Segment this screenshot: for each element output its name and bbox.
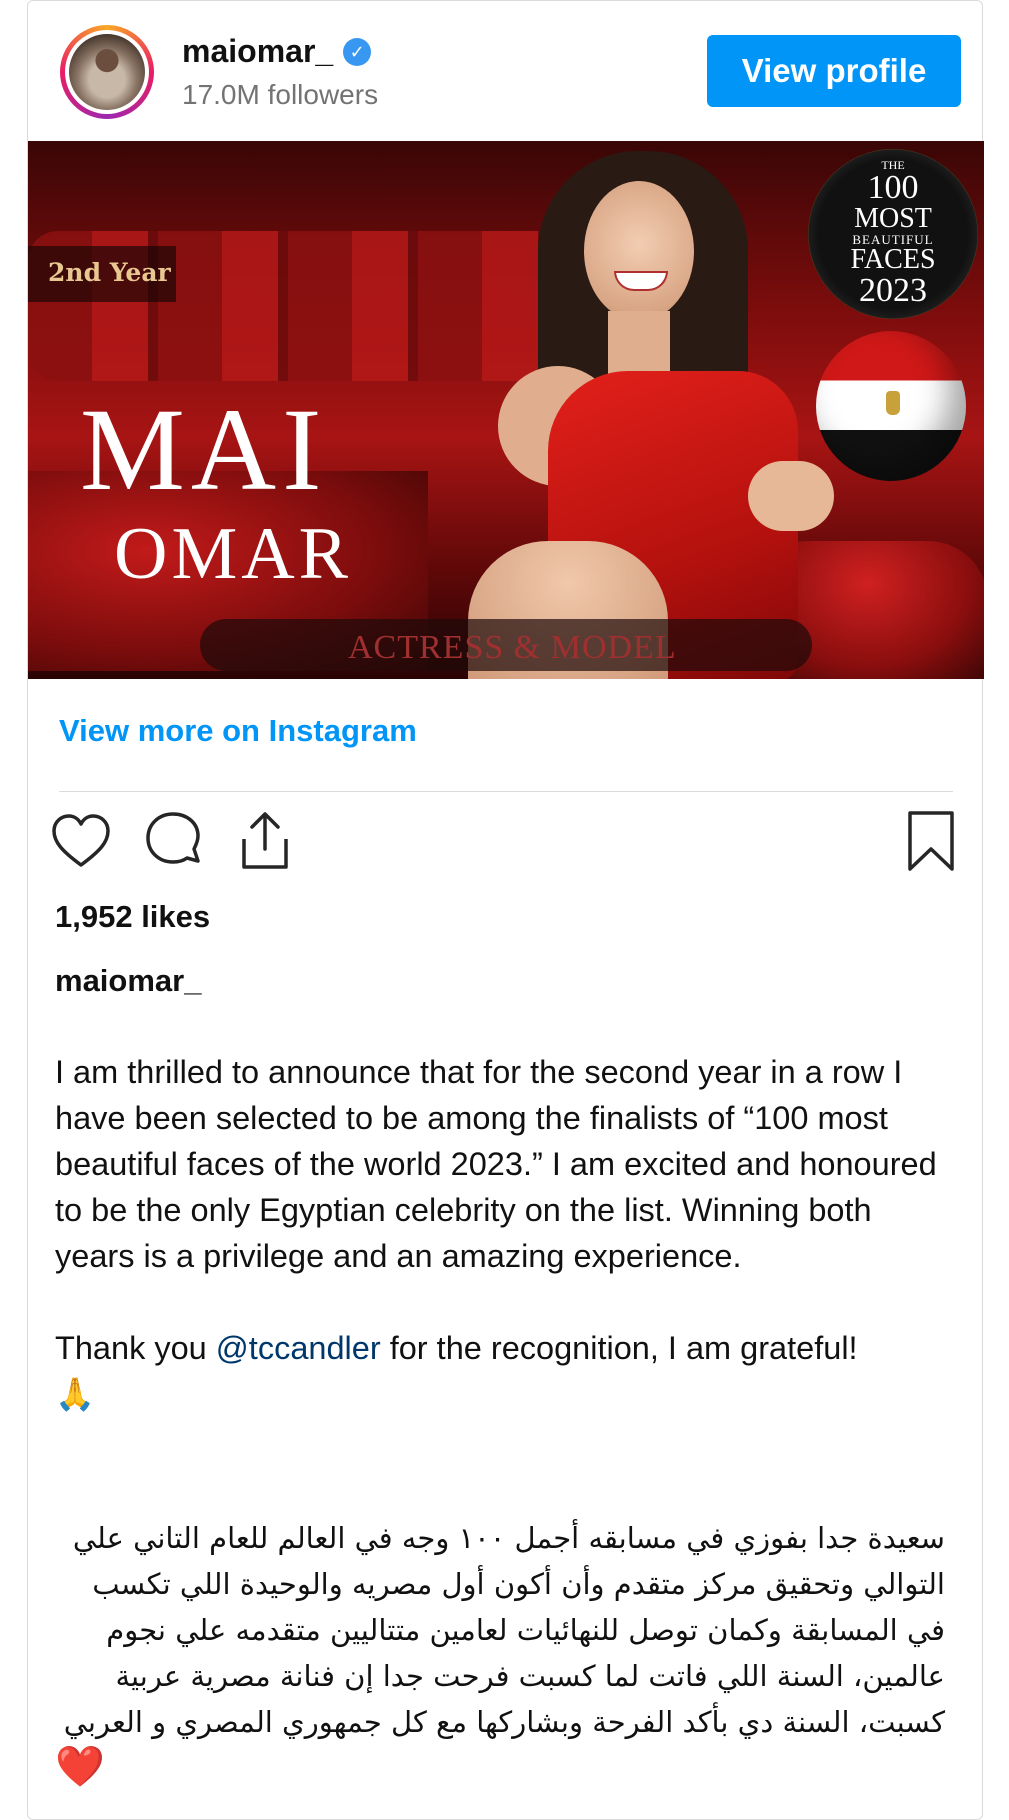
headline-last-name: OMAR bbox=[114, 513, 353, 595]
share-icon[interactable] bbox=[232, 809, 298, 875]
caption-thanks: Thank you @tccandler for the recognition… bbox=[55, 1325, 945, 1371]
person-face bbox=[584, 181, 694, 321]
thanks-suffix: for the recognition, I am grateful! bbox=[380, 1330, 858, 1366]
username[interactable]: maiomar_ bbox=[182, 33, 333, 70]
person-hand bbox=[748, 461, 834, 531]
avatar-image bbox=[69, 34, 145, 110]
follower-count: 17.0M followers bbox=[182, 79, 379, 110]
post-header: maiomar_ ✓ 17.0M followers View profile bbox=[28, 1, 982, 141]
divider bbox=[59, 791, 953, 792]
arabic-paragraph: سعيدة جدا بفوزي في مسابقه أجمل ١٠٠ وجه ف… bbox=[63, 1521, 945, 1739]
mention-link[interactable]: @tccandler bbox=[216, 1330, 381, 1366]
heart-icon[interactable] bbox=[48, 809, 114, 875]
likes-count[interactable]: 1,952 likes bbox=[55, 899, 210, 935]
view-more-link[interactable]: View more on Instagram bbox=[59, 713, 417, 749]
tagline-text: ACTRESS & MODEL bbox=[348, 629, 677, 666]
caption-text: I am thrilled to announce that for the s… bbox=[55, 1049, 945, 1417]
headline-first-name: MAI bbox=[80, 384, 328, 515]
seal-faces: FACES bbox=[850, 244, 936, 275]
flag-eagle-icon bbox=[886, 391, 900, 415]
username-row[interactable]: maiomar_ ✓ bbox=[182, 33, 372, 70]
caption-paragraph: I am thrilled to announce that for the s… bbox=[55, 1054, 937, 1274]
verified-badge-icon: ✓ bbox=[343, 37, 372, 66]
caption-username[interactable]: maiomar_ bbox=[55, 963, 201, 999]
seal-number: 100 bbox=[867, 169, 919, 206]
avatar[interactable] bbox=[60, 25, 154, 119]
thanks-prefix: Thank you bbox=[55, 1330, 216, 1366]
year-badge: 2nd Year bbox=[28, 246, 176, 302]
seal-year: 2023 bbox=[859, 272, 927, 309]
action-bar bbox=[28, 809, 982, 879]
comment-icon[interactable] bbox=[140, 809, 206, 875]
year-badge-text: 2nd Year bbox=[48, 258, 171, 287]
pray-emoji-icon: 🙏 bbox=[55, 1376, 95, 1412]
view-profile-button[interactable]: View profile bbox=[707, 35, 961, 107]
arabic-caption: سعيدة جدا بفوزي في مسابقه أجمل ١٠٠ وجه ف… bbox=[55, 1515, 945, 1789]
post-image[interactable]: 2nd Year MAI OMAR ACTRESS & MODEL THE 10… bbox=[28, 141, 984, 679]
bookmark-icon[interactable] bbox=[898, 809, 964, 875]
instagram-embed-card: maiomar_ ✓ 17.0M followers View profile … bbox=[27, 0, 984, 1820]
seal-most: MOST bbox=[854, 203, 932, 234]
award-seal-text: THE 100 MOST BEAUTIFUL FACES 2023 bbox=[808, 159, 978, 308]
heart-emoji-icon: ❤️ bbox=[55, 1744, 105, 1790]
